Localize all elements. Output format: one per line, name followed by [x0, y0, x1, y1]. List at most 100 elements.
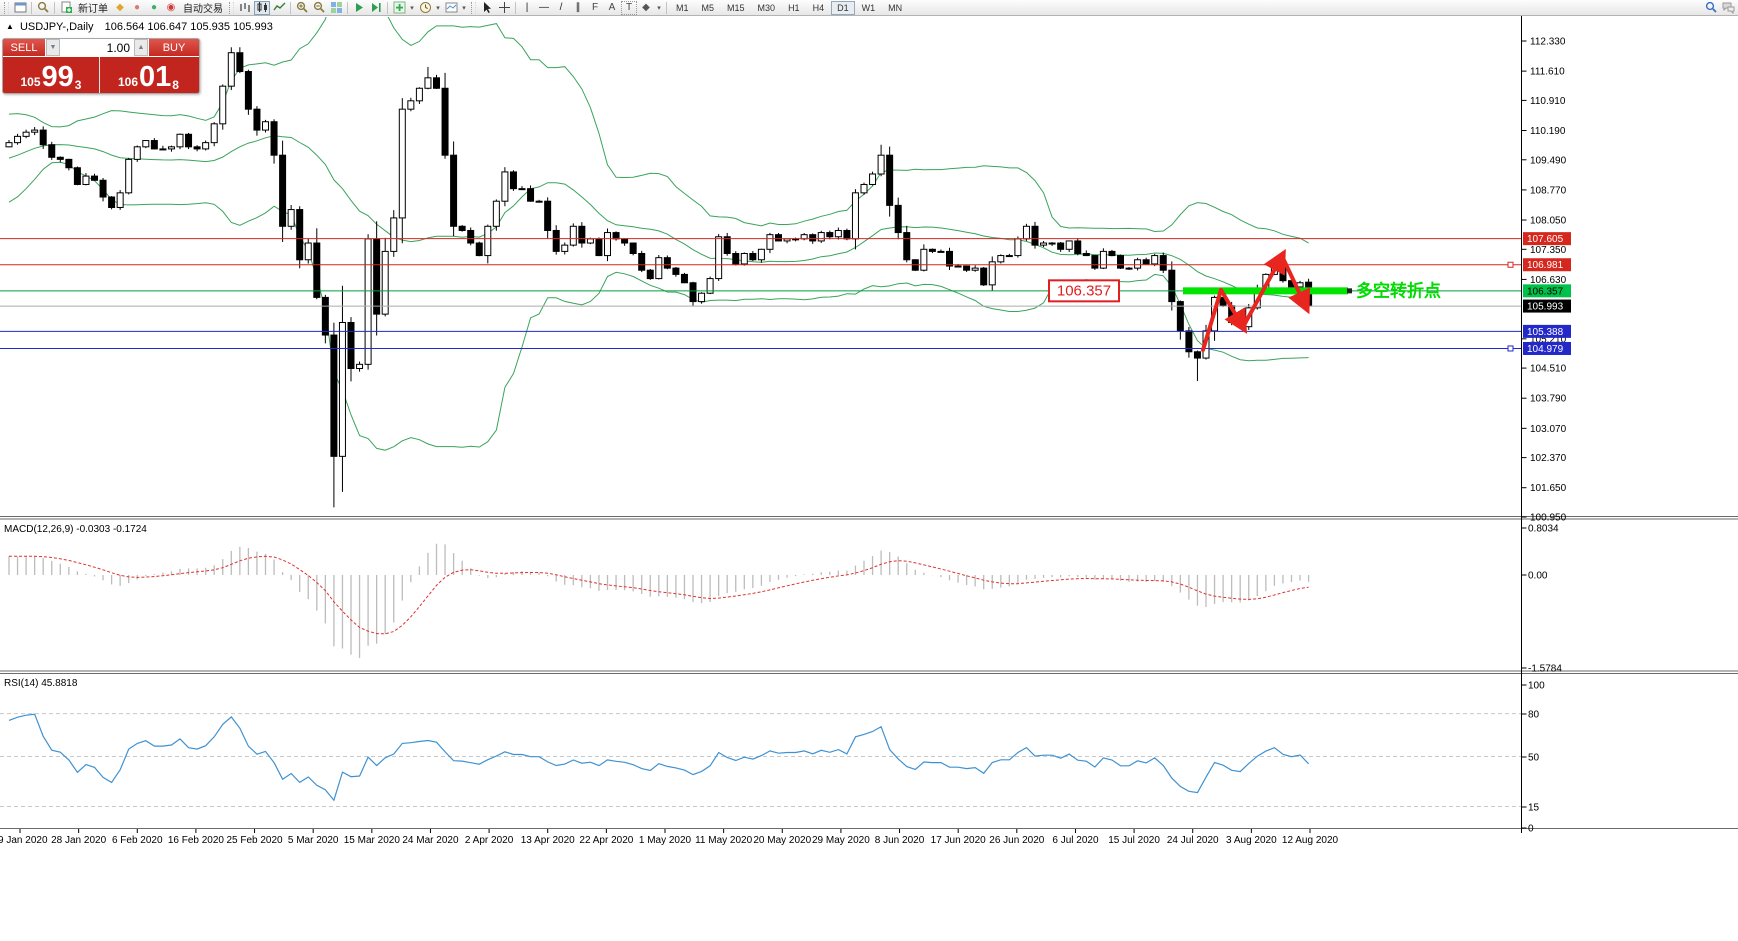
dropdown-caret[interactable]: ▾	[408, 4, 416, 12]
dropdown-caret[interactable]: ▾	[434, 4, 442, 12]
fibonacci-icon[interactable]: F	[587, 1, 603, 15]
zigzag-drawing[interactable]	[1203, 256, 1306, 350]
zoom-in-icon[interactable]	[294, 1, 310, 15]
metaeditor-icon[interactable]: ◆	[112, 1, 128, 15]
candle	[1066, 241, 1072, 249]
candle	[1058, 243, 1064, 249]
candle	[699, 293, 705, 301]
add-indicator-icon[interactable]	[391, 1, 407, 15]
toolbar-separator	[347, 2, 348, 14]
autotrading-icon[interactable]: ◉	[163, 1, 179, 15]
step-to-end-icon[interactable]	[368, 1, 384, 15]
macd-label: MACD(12,26,9) -0.0303 -0.1724	[4, 524, 147, 535]
line-handle[interactable]	[1508, 346, 1513, 351]
date-tick: 13 Apr 2020	[521, 835, 575, 846]
chart-canvas[interactable]: 106.357 多空转折点 112.330111.610110.910110.190…	[0, 16, 1738, 941]
dropdown-caret[interactable]: ▾	[460, 4, 468, 12]
candle	[331, 335, 337, 456]
line-handle[interactable]	[1508, 262, 1513, 267]
volume-down-button[interactable]: ▼	[46, 39, 60, 56]
cursor-icon[interactable]	[479, 1, 495, 15]
buy-button[interactable]: BUY	[148, 39, 199, 56]
auto-trading-label[interactable]: 自动交易	[180, 0, 226, 15]
candle	[1032, 226, 1038, 245]
market-icon[interactable]: ●	[146, 1, 162, 15]
price-axis[interactable]: 112.330111.610110.910110.190109.490108.7…	[1522, 37, 1572, 835]
trendline-icon[interactable]: /	[553, 1, 569, 15]
text-icon[interactable]: A	[604, 1, 620, 15]
candle	[254, 109, 260, 130]
timeframe-w1[interactable]: W1	[856, 1, 882, 15]
zoom-out-icon[interactable]	[311, 1, 327, 15]
candle	[955, 266, 961, 267]
templates-icon[interactable]	[443, 1, 459, 15]
date-tick: 1 May 2020	[639, 835, 692, 846]
annotation-text[interactable]: 多空转折点	[1356, 280, 1441, 300]
sell-price[interactable]: 105993	[3, 57, 100, 93]
candle	[972, 268, 978, 270]
new-order-label[interactable]: 新订单	[75, 0, 111, 15]
one-click-trade-panel: SELL ▼ ▲ BUY 105993 106018	[2, 38, 200, 94]
text-label-icon[interactable]: T	[621, 1, 637, 15]
chat-icon[interactable]	[1720, 1, 1736, 15]
price-tick: 102.370	[1530, 453, 1567, 464]
one-click-collapse-icon[interactable]: ▲	[6, 22, 14, 31]
time-axis[interactable]: 19 Jan 202028 Jan 20206 Feb 202016 Feb 2…	[0, 829, 1339, 846]
candle	[32, 130, 38, 132]
buy-price[interactable]: 106018	[100, 57, 197, 93]
equidistant-channel-icon[interactable]: ∥	[570, 1, 586, 15]
new-chart-icon[interactable]	[12, 1, 28, 15]
price-tick: 103.070	[1530, 424, 1567, 435]
community-icon[interactable]: ●	[129, 1, 145, 15]
candle	[510, 172, 516, 189]
dropdown-caret[interactable]: ▾	[655, 4, 663, 12]
price-tick: 111.610	[1530, 67, 1565, 78]
vertical-line-icon[interactable]: |	[519, 1, 535, 15]
timeframe-mn[interactable]: MN	[882, 1, 908, 15]
candle	[305, 243, 311, 260]
timeframe-m1[interactable]: M1	[670, 1, 695, 15]
crosshair-icon[interactable]	[496, 1, 512, 15]
volume-up-button[interactable]: ▲	[134, 39, 148, 56]
volume-input[interactable]	[60, 39, 134, 56]
sell-button[interactable]: SELL	[3, 39, 46, 56]
period-selector-icon[interactable]	[417, 1, 433, 15]
candle	[1194, 352, 1200, 358]
candle	[1152, 256, 1158, 264]
step-forward-icon[interactable]	[351, 1, 367, 15]
timeframe-d1[interactable]: D1	[831, 1, 855, 15]
candle	[271, 122, 277, 155]
chart-profiles-icon[interactable]	[35, 1, 51, 15]
date-tick: 25 Feb 2020	[226, 835, 283, 846]
timeframe-m30[interactable]: M30	[752, 1, 782, 15]
rsi-tick: 15	[1528, 803, 1540, 814]
candle	[741, 253, 747, 263]
arrows-shapes-icon[interactable]: ◆	[638, 1, 654, 15]
candle	[117, 193, 123, 208]
date-tick: 29 May 2020	[812, 835, 870, 846]
candle	[382, 251, 388, 314]
rsi-tick: 50	[1528, 753, 1540, 764]
candle	[374, 239, 380, 314]
bar-chart-icon[interactable]	[237, 1, 253, 15]
tile-windows-icon[interactable]	[328, 1, 344, 15]
chart-window[interactable]: ▲ USDJPY-,Daily 106.564 106.647 105.935 …	[0, 16, 1738, 941]
line-chart-icon[interactable]	[271, 1, 287, 15]
timeframe-m5[interactable]: M5	[696, 1, 721, 15]
candle	[451, 155, 457, 226]
timeframe-m15[interactable]: M15	[721, 1, 751, 15]
candlestick-chart-icon[interactable]	[254, 1, 270, 15]
timeframe-h4[interactable]: H4	[807, 1, 831, 15]
horizontal-line-icon[interactable]: —	[536, 1, 552, 15]
buy-price-pip: 8	[172, 80, 179, 90]
candle	[758, 249, 764, 259]
new-order-icon[interactable]	[58, 1, 74, 15]
price-callout-text: 106.357	[1057, 282, 1111, 299]
search-icon[interactable]	[1703, 1, 1719, 15]
candle	[186, 134, 192, 147]
segment-handle[interactable]	[1347, 288, 1352, 293]
candle	[570, 226, 576, 245]
timeframe-h1[interactable]: H1	[782, 1, 806, 15]
candle	[365, 239, 371, 364]
candle	[434, 78, 440, 88]
